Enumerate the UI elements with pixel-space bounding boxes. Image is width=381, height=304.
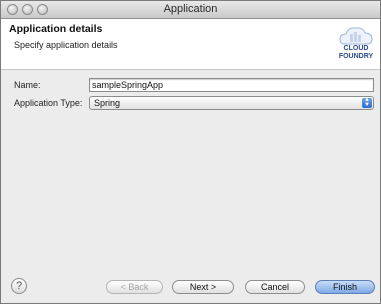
logo-line-foundry: FOUNDRY: [338, 53, 374, 60]
title-bar[interactable]: Application: [1, 1, 380, 19]
application-type-value: Spring: [94, 98, 121, 108]
select-arrows-icon: ▲ ▼: [362, 97, 372, 108]
finish-button[interactable]: Finish: [315, 280, 375, 294]
cancel-button[interactable]: Cancel: [245, 280, 305, 294]
header-banner: Application details Specify application …: [1, 19, 380, 70]
name-label: Name:: [14, 80, 41, 90]
back-button[interactable]: < Back: [106, 280, 163, 294]
application-type-select[interactable]: Spring ▲ ▼: [89, 96, 374, 110]
window-title: Application: [163, 3, 218, 15]
help-button[interactable]: ?: [11, 278, 27, 294]
application-type-label: Application Type:: [14, 98, 83, 108]
next-button[interactable]: Next >: [172, 280, 234, 294]
name-input[interactable]: [89, 78, 374, 92]
logo-text: CLOUD FOUNDRY: [336, 45, 376, 61]
logo-line-cloud: CLOUD: [343, 45, 369, 52]
application-form: Name: Application Type: Spring ▲▼: [1, 70, 380, 270]
page-subtitle: Specify application details: [14, 40, 118, 50]
application-dialog: Application Application details Specify …: [0, 0, 381, 304]
page-title: Application details: [9, 23, 103, 35]
